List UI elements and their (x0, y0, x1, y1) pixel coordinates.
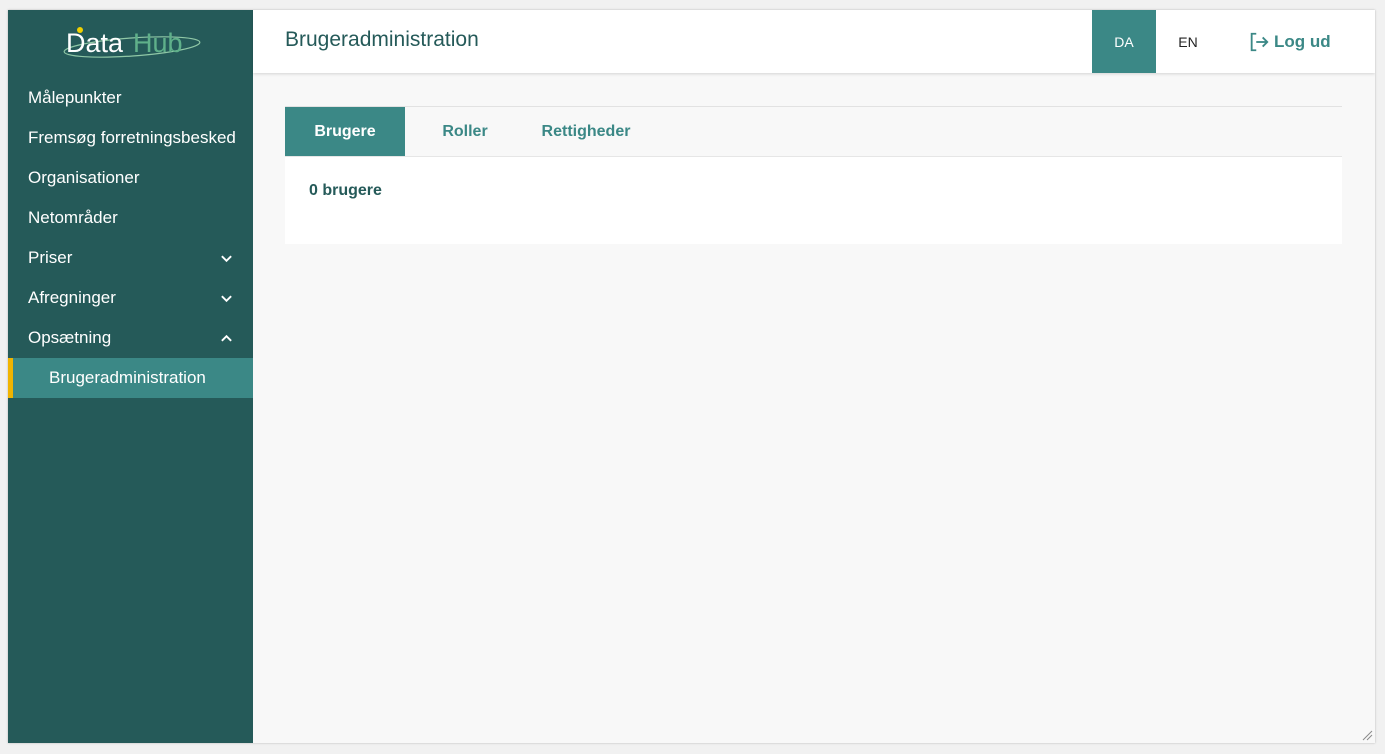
page-title: Brugeradministration (285, 28, 479, 51)
chevron-down-icon (219, 251, 233, 265)
users-panel (285, 156, 1342, 244)
datahub-logo[interactable]: Data Hub (60, 24, 210, 64)
sidebar-item-afregninger[interactable]: Afregninger (8, 278, 253, 318)
sidebar-nav: Målepunkter Fremsøg forretningsbesked Or… (8, 78, 253, 398)
logo-text-data: Data (66, 28, 124, 58)
logout-label: Log ud (1274, 31, 1331, 51)
sidebar-item-label: Fremsøg forretningsbesked (28, 128, 236, 147)
language-en-button[interactable]: EN (1156, 10, 1220, 73)
sidebar-item-label: Afregninger (28, 288, 116, 307)
logout-button[interactable]: Log ud (1248, 10, 1331, 73)
sidebar-item-fremsoeg-forretningsbesked[interactable]: Fremsøg forretningsbesked (8, 118, 253, 158)
logout-icon (1248, 31, 1270, 53)
sidebar-item-label: Priser (28, 248, 73, 267)
language-da-button[interactable]: DA (1092, 10, 1156, 73)
top-header: Brugeradministration DA EN Log ud (253, 10, 1375, 73)
sidebar-subitem-brugeradministration[interactable]: Brugeradministration (8, 358, 253, 398)
datahub-logo-graphic: Data Hub (63, 27, 201, 58)
resize-handle-icon[interactable] (1361, 729, 1373, 741)
sidebar-item-netomraader[interactable]: Netområder (8, 198, 253, 238)
sidebar-item-label: Organisationer (28, 168, 140, 187)
tab-bar: Brugere Roller Rettigheder (285, 106, 1342, 156)
sidebar-item-priser[interactable]: Priser (8, 238, 253, 278)
logo-text-hub: Hub (133, 28, 183, 58)
sidebar-item-label: Målepunkter (28, 88, 122, 107)
chevron-down-icon (219, 291, 233, 305)
tab-brugere[interactable]: Brugere (285, 107, 405, 156)
tab-roller[interactable]: Roller (405, 107, 525, 156)
main-content: Brugere Roller Rettigheder 0 brugere (285, 106, 1342, 244)
tab-rettigheder[interactable]: Rettigheder (525, 107, 647, 156)
sidebar-item-organisationer[interactable]: Organisationer (8, 158, 253, 198)
sidebar-item-opsaetning[interactable]: Opsætning (8, 318, 253, 358)
sidebar-item-label: Opsætning (28, 328, 112, 347)
sidebar: Data Hub Målepunkter Fremsøg forretnings… (8, 10, 253, 743)
sidebar-item-label: Netområder (28, 208, 118, 227)
sidebar-item-maalepunkter[interactable]: Målepunkter (8, 78, 253, 118)
user-count: 0 brugere (309, 182, 382, 199)
app-window: Data Hub Målepunkter Fremsøg forretnings… (8, 10, 1375, 743)
sidebar-subitem-label: Brugeradministration (49, 368, 206, 387)
chevron-up-icon (219, 331, 233, 345)
